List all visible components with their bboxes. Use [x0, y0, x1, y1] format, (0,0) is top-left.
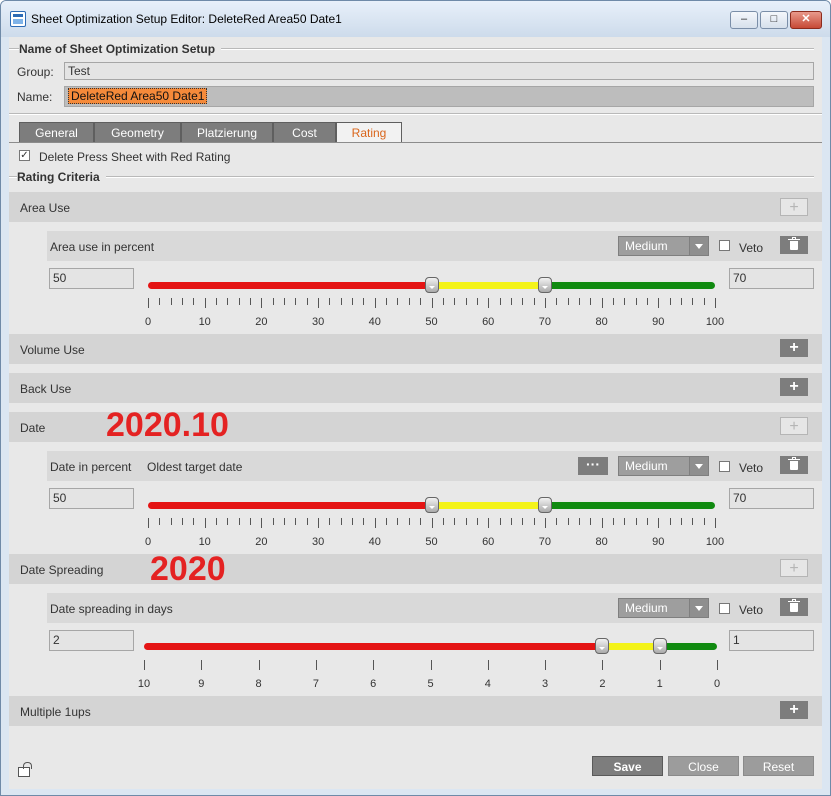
tick-label: 10 [137, 678, 151, 690]
tick-label: 0 [713, 678, 721, 690]
major-tick [659, 660, 661, 670]
slider-yellow-segment [602, 643, 660, 650]
unlock-icon[interactable] [18, 762, 32, 777]
window-title: Sheet Optimization Setup Editor: DeleteR… [31, 12, 342, 26]
tick-label: 1 [656, 678, 663, 690]
editor-window: Sheet Optimization Setup Editor: DeleteR… [0, 0, 831, 796]
major-tick [201, 660, 203, 670]
major-tick [717, 660, 718, 670]
major-tick [430, 660, 432, 670]
tick-label: 5 [427, 678, 434, 690]
minimize-icon: – [740, 13, 748, 25]
close-icon: ✕ [801, 13, 811, 25]
tick-label: 6 [370, 678, 377, 690]
multiple-1ups-title: Multiple 1ups [20, 705, 91, 719]
date-spreading-slider[interactable]: 10 9 8 7 6 5 4 3 2 1 0 [9, 37, 822, 697]
maximize-icon: □ [770, 13, 778, 25]
save-button[interactable]: Save [592, 756, 663, 776]
major-tick [373, 660, 375, 670]
tick-label: 7 [312, 678, 319, 690]
major-tick [315, 660, 317, 670]
minimize-button[interactable]: – [730, 11, 758, 29]
major-tick [144, 660, 145, 670]
slider-high-handle[interactable] [652, 638, 667, 654]
close-button[interactable]: Close [668, 756, 739, 776]
slider-low-handle[interactable] [595, 638, 610, 654]
title-bar: Sheet Optimization Setup Editor: DeleteR… [1, 1, 830, 37]
major-tick [487, 660, 489, 670]
slider-red-segment [144, 643, 603, 650]
app-icon [10, 11, 26, 27]
major-tick [258, 660, 260, 670]
major-tick [545, 660, 547, 670]
editor-content: Name of Sheet Optimization Setup Group: … [9, 37, 822, 789]
maximize-button[interactable]: □ [760, 11, 788, 29]
tick-label: 4 [484, 678, 491, 690]
tick-label: 2 [599, 678, 606, 690]
reset-button[interactable]: Reset [743, 756, 814, 776]
tick-label: 9 [198, 678, 205, 690]
multiple-1ups-header [9, 696, 822, 726]
slider-green-segment [659, 643, 717, 650]
tick-label: 3 [542, 678, 549, 690]
close-window-button[interactable]: ✕ [790, 11, 822, 29]
major-tick [602, 660, 604, 670]
add-multiple-1ups-button[interactable]: + [780, 701, 808, 719]
tick-label: 8 [255, 678, 262, 690]
